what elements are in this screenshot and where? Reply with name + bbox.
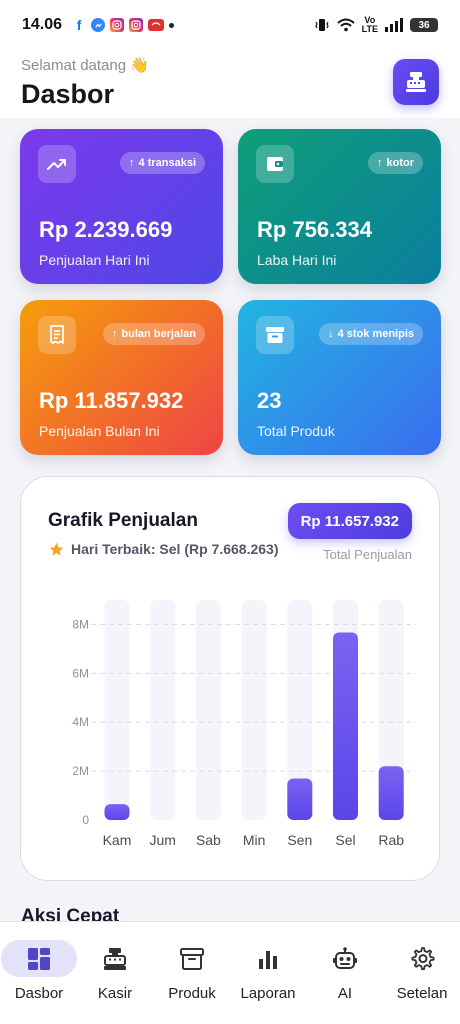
stat-badge: ↓ 4 stok menipis <box>319 323 423 345</box>
quick-actions-title: Aksi Cepat <box>21 906 120 921</box>
nav-item-kasir[interactable]: Kasir <box>77 940 153 1002</box>
vibrate-icon <box>314 19 329 31</box>
x-tick-label: Rab <box>378 832 404 848</box>
bottom-navigation: Dasbor Kasir Produk Laporan AI Setelan <box>0 921 460 1024</box>
bar-track <box>195 600 221 820</box>
receipt-icon <box>38 316 76 354</box>
greeting-text: Selamat datang 👋 <box>21 57 149 74</box>
stat-value: Rp 2.239.669 <box>39 217 173 242</box>
stat-label: Total Produk <box>257 423 335 439</box>
cash-register-icon <box>77 940 153 977</box>
instagram-icon <box>129 18 144 32</box>
bar-sel[interactable] <box>333 632 358 820</box>
page-title: Dasbor <box>21 79 115 109</box>
nav-item-ai[interactable]: AI <box>307 940 383 1002</box>
wifi-icon <box>336 18 355 32</box>
cashier-button[interactable] <box>393 59 439 105</box>
y-tick-label: 2M <box>72 764 89 778</box>
stat-value: Rp 11.857.932 <box>39 388 184 413</box>
stat-label: Penjualan Bulan Ini <box>39 423 160 439</box>
x-tick-label: Sen <box>287 832 312 848</box>
stat-label: Penjualan Hari Ini <box>39 252 150 268</box>
dot-icon <box>169 22 175 28</box>
nav-item-dasbor[interactable]: Dasbor <box>1 940 77 1002</box>
status-time: 14.06 <box>22 16 63 33</box>
nav-label: AI <box>337 985 353 1002</box>
sales-bar-chart: 0 2M 4M 6M 8M Kam Jum Sab Min Sen Sel Rab <box>72 600 416 848</box>
bar-chart-icon <box>230 940 306 977</box>
y-tick-label: 8M <box>72 617 89 631</box>
archive-box-icon <box>154 940 230 977</box>
dashboard-grid-icon <box>1 940 77 977</box>
bar-track <box>104 600 130 820</box>
app-header: Selamat datang 👋 Dasbor <box>0 50 460 118</box>
bar-kam[interactable] <box>104 804 130 820</box>
bar-sen[interactable] <box>287 778 313 820</box>
stat-card-total-products[interactable]: ↓ 4 stok menipis 23 Total Produk <box>238 300 441 455</box>
signal-icon <box>385 18 403 32</box>
nav-label: Setelan <box>396 985 448 1002</box>
nav-item-produk[interactable]: Produk <box>154 940 230 1002</box>
sales-chart-panel: Grafik Penjualan Hari Terbaik: Sel (Rp 7… <box>20 476 440 881</box>
bar-rab[interactable] <box>378 766 404 820</box>
stat-card-sales-month[interactable]: ↑ bulan berjalan Rp 11.857.932 Penjualan … <box>20 300 223 455</box>
battery-icon: 36 <box>410 18 438 32</box>
stat-value: 23 <box>257 388 282 413</box>
nav-label: Dasbor <box>14 985 64 1002</box>
instagram-icon <box>110 18 125 32</box>
stat-badge: ↑ 4 transaksi <box>120 152 205 174</box>
y-tick-label: 4M <box>72 715 89 729</box>
x-tick-label: Min <box>243 832 266 848</box>
messenger-icon <box>91 18 106 32</box>
bar-track <box>241 600 267 820</box>
y-tick-label: 0 <box>82 813 89 827</box>
trending-up-icon <box>38 145 76 183</box>
stat-badge: ↑ kotor <box>368 152 423 174</box>
stat-card-sales-today[interactable]: ↑ 4 transaksi Rp 2.239.669 Penjualan Hari… <box>20 129 223 284</box>
nav-label: Laporan <box>240 985 296 1002</box>
status-bar: 14.06 f Vo LTE 36 <box>0 0 460 50</box>
x-tick-label: Sab <box>196 832 221 848</box>
nav-label: Kasir <box>97 985 133 1002</box>
shopee-icon <box>148 19 165 31</box>
nav-label: Produk <box>168 985 216 1002</box>
stat-card-profit-today[interactable]: ↑ kotor Rp 756.334 Laba Hari Ini <box>238 129 441 284</box>
archive-box-icon <box>256 316 294 354</box>
x-tick-label: Jum <box>149 832 175 848</box>
x-tick-label: Sel <box>335 832 355 848</box>
x-tick-label: Kam <box>103 832 132 848</box>
y-tick-label: 6M <box>72 666 89 680</box>
wallet-icon <box>256 145 294 183</box>
system-icons: Vo LTE 36 <box>314 16 438 34</box>
nav-item-laporan[interactable]: Laporan <box>230 940 306 1002</box>
robot-icon <box>307 940 383 977</box>
stat-label: Laba Hari Ini <box>257 252 337 268</box>
bar-track <box>150 600 176 820</box>
stat-badge: ↑ bulan berjalan <box>102 323 205 345</box>
facebook-icon: f <box>76 17 82 33</box>
gear-icon <box>384 940 460 977</box>
lte-indicator: Vo LTE <box>361 15 378 34</box>
notification-icons: f <box>72 17 175 33</box>
stat-value: Rp 756.334 <box>257 217 372 242</box>
nav-item-setelan[interactable]: Setelan <box>384 940 460 1002</box>
cash-register-icon <box>406 72 426 92</box>
